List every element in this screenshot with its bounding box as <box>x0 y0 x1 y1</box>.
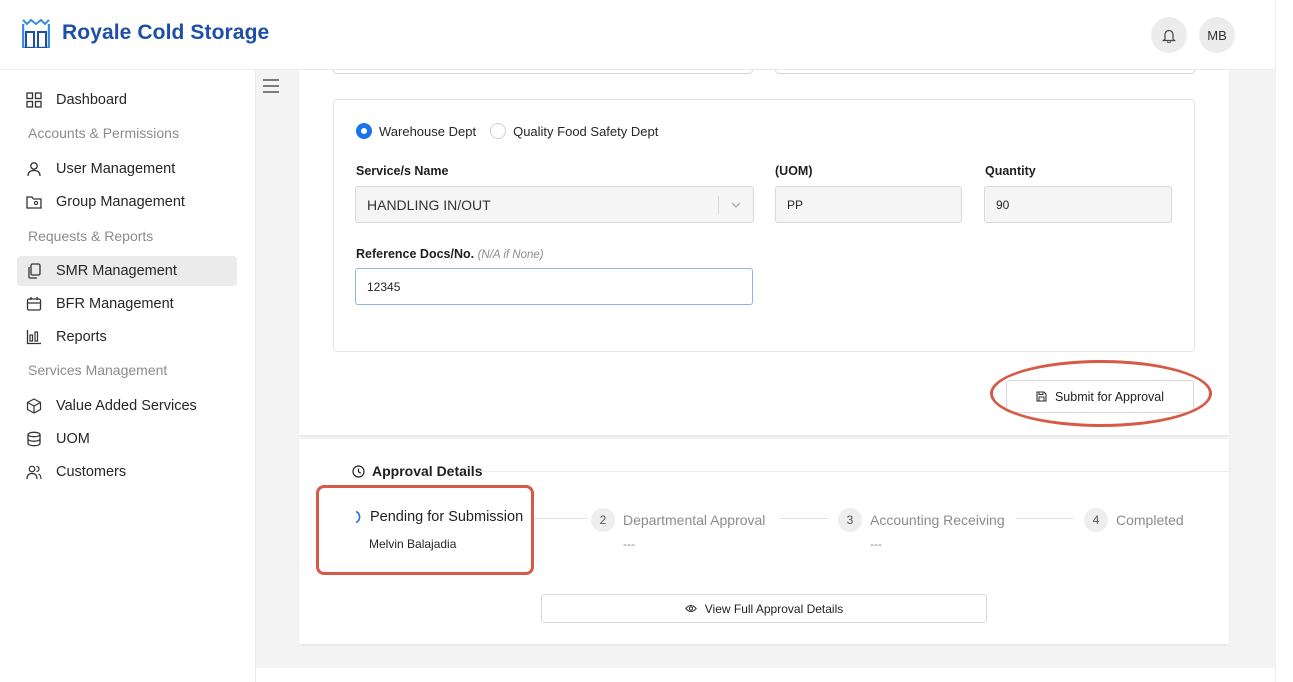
approval-details-heading: Approval Details <box>352 463 482 479</box>
sidebar-item-label: Dashboard <box>56 92 127 108</box>
folder-users-icon <box>26 196 42 209</box>
reference-docs-label: Reference Docs/No. (N/A if None) <box>356 247 544 261</box>
brand-name: Royale Cold Storage <box>62 21 270 44</box>
step-accounting-receiving: 3 Accounting Receiving <box>838 508 1005 532</box>
divider <box>480 471 1229 472</box>
package-icon <box>26 398 42 414</box>
step-pending-for-submission: Pending for Submission <box>354 509 523 525</box>
sidebar-section-accounts: Accounts & Permissions <box>28 125 179 141</box>
step-connector <box>780 518 828 519</box>
reference-docs-hint: (N/A if None) <box>477 249 544 261</box>
sidebar-section-services: Services Management <box>28 362 168 378</box>
logo[interactable]: Royale Cold Storage <box>22 18 269 48</box>
save-icon <box>1036 391 1047 402</box>
sidebar-section-requests: Requests & Reports <box>28 228 154 244</box>
radio-label: Warehouse Dept <box>379 123 477 139</box>
step-connector <box>534 518 588 519</box>
warehouse-logo-icon <box>22 18 50 48</box>
step-label: Pending for Submission <box>370 509 524 525</box>
upper-input-field[interactable] <box>775 70 1195 74</box>
bar-chart-icon <box>26 330 41 345</box>
radio-label: Quality Food Safety Dept <box>513 123 659 139</box>
database-icon <box>27 431 41 447</box>
eye-icon <box>684 605 697 612</box>
step-completed: 4 Completed <box>1084 508 1184 532</box>
sidebar-item-value-added-services[interactable]: Value Added Services <box>17 391 237 421</box>
submit-for-approval-button[interactable]: Submit for Approval <box>1006 380 1194 413</box>
step-label: Completed <box>1116 512 1184 528</box>
reference-docs-label-text: Reference Docs/No. <box>356 247 475 261</box>
step-assignee: --- <box>870 537 882 551</box>
sidebar-item-label: UOM <box>56 431 90 447</box>
submit-button-label: Submit for Approval <box>1054 389 1165 404</box>
sidebar-item-smr-management[interactable]: SMR Management <box>17 256 237 286</box>
bell-icon <box>1162 29 1176 43</box>
notifications-button[interactable] <box>1151 17 1187 53</box>
quantity-value: 90 <box>996 197 1010 212</box>
sidebar-item-uom[interactable]: UOM <box>17 424 237 454</box>
service-name-select[interactable]: HANDLING IN/OUT <box>355 186 754 223</box>
sidebar-item-label: Value Added Services <box>56 398 197 414</box>
copy-icon <box>28 263 41 279</box>
sidebar-item-user-management[interactable]: User Management <box>17 154 237 184</box>
uom-label: (UOM) <box>775 164 813 178</box>
calendar-box-icon <box>26 297 42 311</box>
uom-field[interactable]: PP <box>775 186 962 223</box>
quantity-field[interactable]: 90 <box>984 186 1172 223</box>
sidebar-item-label: User Management <box>56 161 176 177</box>
approval-details-title: Approval Details <box>372 463 483 479</box>
department-radio-group: Warehouse Dept Quality Food Safety Dept <box>356 123 672 139</box>
step-departmental-approval: 2 Departmental Approval <box>591 508 765 532</box>
app-header: Royale Cold Storage MB <box>0 0 1275 70</box>
sidebar-item-dashboard[interactable]: Dashboard <box>17 85 237 115</box>
sidebar-item-customers[interactable]: Customers <box>17 457 237 487</box>
step-number: 3 <box>838 508 862 532</box>
view-button-label: View Full Approval Details <box>704 601 844 616</box>
dashboard-icon <box>26 92 42 108</box>
sidebar-item-label: Group Management <box>56 194 185 210</box>
chevron-down-icon <box>731 202 741 208</box>
sidebar: Dashboard Accounts & Permissions User Ma… <box>0 70 256 682</box>
quantity-label: Quantity <box>985 164 1036 178</box>
loading-spinner-icon <box>355 510 361 524</box>
user-avatar-button[interactable]: MB <box>1199 17 1235 53</box>
reference-docs-input[interactable]: 12345 <box>355 268 753 305</box>
uom-value: PP <box>787 197 804 212</box>
step-assignee: --- <box>623 537 635 551</box>
radio-quality-food-safety-dept[interactable] <box>490 123 507 139</box>
service-name-label: Service/s Name <box>356 164 449 178</box>
scrollbar-track[interactable] <box>1275 0 1293 682</box>
sidebar-item-reports[interactable]: Reports <box>17 322 237 352</box>
view-full-approval-details-button[interactable]: View Full Approval Details <box>541 594 987 623</box>
step-assignee: Melvin Balajadia <box>369 537 457 551</box>
sidebar-item-label: SMR Management <box>56 263 177 279</box>
clock-icon <box>352 464 365 478</box>
select-separator <box>718 196 719 214</box>
sidebar-item-label: Customers <box>56 464 127 480</box>
service-name-value: HANDLING IN/OUT <box>367 196 491 213</box>
sidebar-item-label: Reports <box>56 329 107 345</box>
user-icon <box>27 162 41 177</box>
sidebar-item-bfr-management[interactable]: BFR Management <box>17 289 237 319</box>
upper-input-field[interactable] <box>333 70 753 74</box>
users-icon <box>26 465 42 480</box>
step-number: 4 <box>1084 508 1108 532</box>
sidebar-item-group-management[interactable]: Group Management <box>17 187 237 217</box>
step-label: Accounting Receiving <box>870 512 1005 528</box>
step-connector <box>1016 518 1074 519</box>
step-number: 2 <box>591 508 615 532</box>
sidebar-item-label: BFR Management <box>56 296 174 312</box>
radio-warehouse-dept[interactable] <box>356 123 372 139</box>
menu-toggle-icon[interactable] <box>262 78 280 94</box>
step-label: Departmental Approval <box>623 512 766 528</box>
reference-docs-value: 12345 <box>367 279 401 294</box>
